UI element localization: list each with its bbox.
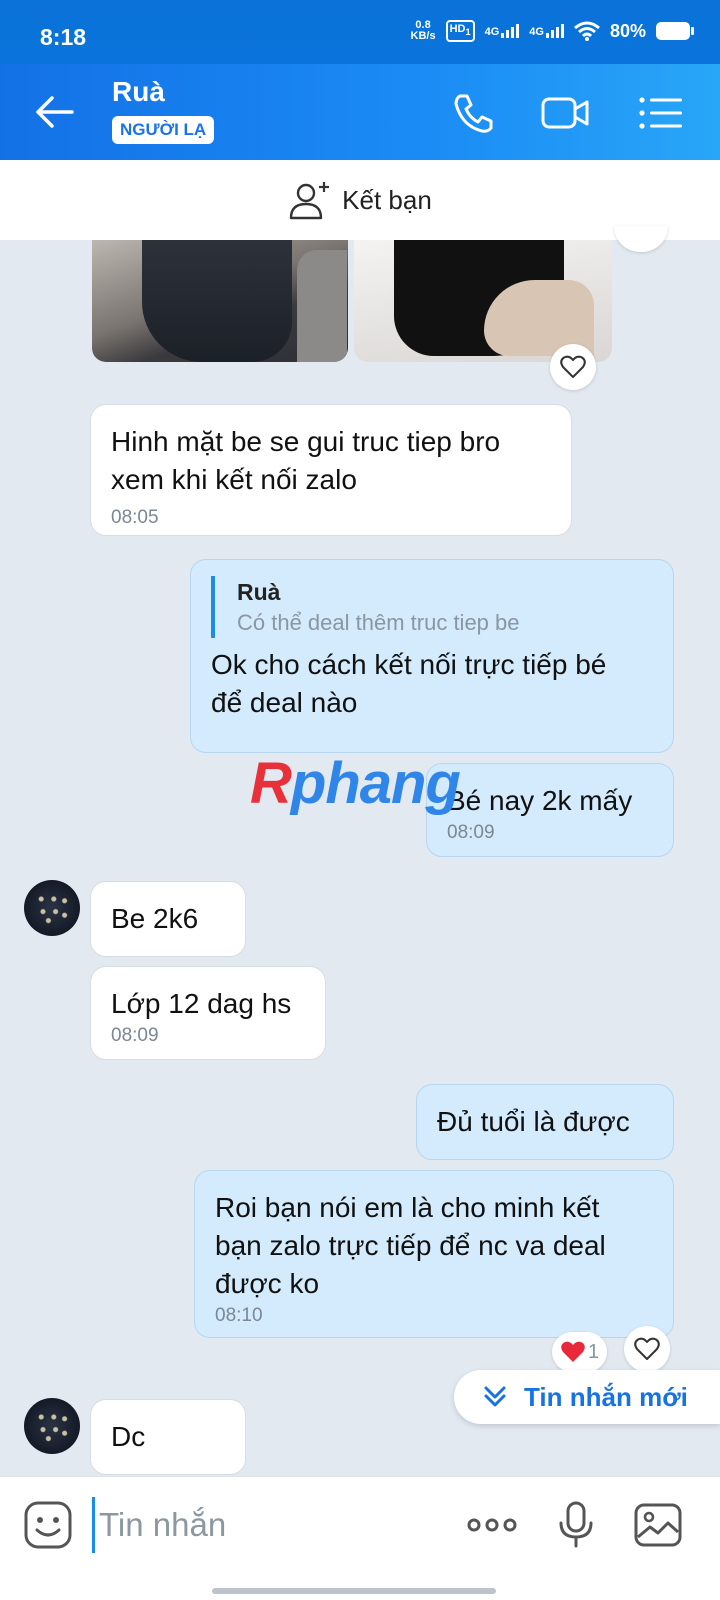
- hd-sub: 1: [465, 27, 471, 38]
- message-time: 08:05: [111, 507, 159, 528]
- chat-header: Ruà NGƯỜI LẠ: [0, 64, 720, 160]
- photo-attachment-1[interactable]: [92, 240, 348, 362]
- new-messages-label: Tin nhắn mới: [524, 1381, 688, 1412]
- chevron-double-down-icon: [484, 1386, 506, 1407]
- wifi-icon: [574, 21, 600, 41]
- message-bubble-incoming[interactable]: Hinh mặt be se gui truc tiep bro xem khi…: [90, 404, 572, 536]
- message-text-line: Đủ tuổi là được: [437, 1106, 630, 1137]
- watermark-logo: Rphang: [250, 751, 461, 816]
- hd-label: HD: [449, 23, 466, 36]
- message-text-line: Lớp 12 dag hs: [111, 988, 292, 1019]
- more-icon[interactable]: [464, 1499, 520, 1551]
- add-user-icon: [289, 182, 330, 220]
- signal-icon-2: 4G: [529, 24, 564, 38]
- message-time: 08:09: [447, 822, 495, 843]
- sender-avatar[interactable]: [24, 1398, 80, 1454]
- message-bubble-outgoing[interactable]: Đủ tuổi là được: [416, 1084, 674, 1160]
- heart-icon: [560, 355, 586, 378]
- quoted-text: Có thể deal thêm truc tiep be: [237, 610, 520, 635]
- microphone-icon[interactable]: [550, 1499, 602, 1551]
- heart-icon: [634, 1337, 660, 1360]
- message-time: 08:09: [111, 1025, 159, 1046]
- image-icon[interactable]: [632, 1499, 684, 1551]
- message-bubble-outgoing[interactable]: Bé nay 2k mấy 08:09: [426, 763, 674, 857]
- quoted-sender: Ruà: [237, 579, 281, 605]
- contact-name[interactable]: Ruà: [112, 76, 165, 108]
- message-text-line: Bé nay 2k mấy: [447, 785, 633, 816]
- message-text-line: Ok cho cách kết nối trực tiếp bé: [211, 649, 607, 680]
- hd-voice-icon: HD1: [445, 20, 475, 42]
- message-text-line: để deal nào: [211, 687, 358, 718]
- red-heart-icon: [561, 1341, 585, 1362]
- net-label-2: 4G: [529, 26, 544, 38]
- signal-icon-1: 4G: [485, 24, 520, 38]
- home-indicator[interactable]: [212, 1588, 496, 1594]
- status-time: 8:18: [40, 24, 87, 50]
- add-friend-button[interactable]: Kết bạn: [0, 160, 720, 240]
- message-text-line: Dc: [111, 1421, 146, 1452]
- message-text-line: Hinh mặt be se gui truc tiep bro: [111, 426, 501, 457]
- new-messages-button[interactable]: Tin nhắn mới: [454, 1370, 720, 1424]
- message-time: 08:10: [215, 1305, 263, 1326]
- heart-react-button[interactable]: [550, 344, 596, 390]
- message-text-line: bạn zalo trực tiếp để nc va deal: [215, 1230, 606, 1261]
- message-input[interactable]: [92, 1497, 432, 1553]
- message-text-line: được ko: [215, 1268, 320, 1299]
- photo-action-button[interactable]: [614, 226, 668, 252]
- status-bar: 8:18 0.8 KB/s HD1 4G 4G 80%: [0, 0, 720, 64]
- status-icons: 0.8 KB/s HD1 4G 4G 80%: [411, 20, 694, 42]
- emoji-icon[interactable]: [22, 1499, 74, 1551]
- network-speed-unit: KB/s: [410, 30, 436, 42]
- message-bubble-outgoing-reply[interactable]: Ruà Có thể deal thêm truc tiep be Ok cho…: [190, 559, 674, 753]
- video-call-icon[interactable]: [540, 88, 590, 138]
- network-speed: 0.8 KB/s: [411, 20, 436, 42]
- message-bubble-incoming[interactable]: Dc: [90, 1399, 246, 1475]
- reaction-count: 1: [588, 1340, 600, 1363]
- reaction-summary[interactable]: 1: [552, 1332, 608, 1372]
- battery-percent: 80%: [609, 20, 646, 41]
- message-composer: [0, 1476, 720, 1600]
- message-text-line: xem khi kết nối zalo: [111, 464, 357, 495]
- stranger-badge: NGƯỜI LẠ: [112, 116, 215, 144]
- sender-avatar[interactable]: [24, 880, 80, 936]
- back-arrow-icon[interactable]: [32, 90, 76, 134]
- phone-icon[interactable]: [448, 88, 498, 138]
- message-bubble-incoming[interactable]: Lớp 12 dag hs 08:09: [90, 966, 326, 1060]
- add-friend-label: Kết bạn: [342, 184, 432, 215]
- message-text-line: Roi bạn nói em là cho minh kết: [215, 1192, 600, 1223]
- message-text-line: Be 2k6: [111, 903, 199, 934]
- quoted-message[interactable]: Ruà Có thể deal thêm truc tiep be: [211, 576, 653, 638]
- message-bubble-outgoing[interactable]: Roi bạn nói em là cho minh kết bạn zalo …: [194, 1170, 674, 1338]
- net-label-1: 4G: [484, 26, 500, 38]
- battery-icon: [656, 22, 694, 40]
- message-bubble-incoming[interactable]: Be 2k6: [90, 881, 246, 957]
- menu-icon[interactable]: [636, 88, 686, 138]
- heart-react-button[interactable]: [624, 1326, 670, 1372]
